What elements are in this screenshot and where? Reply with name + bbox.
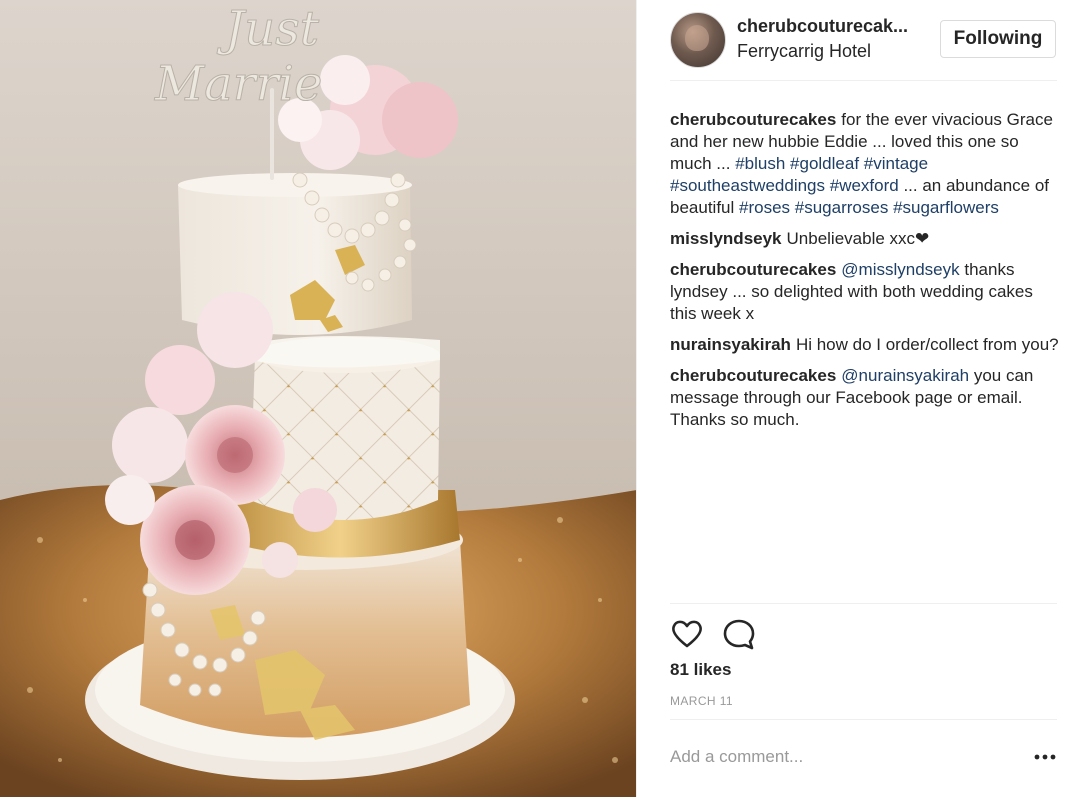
mention-link[interactable]: @misslyndseyk: [841, 260, 959, 279]
likes-count[interactable]: 81 likes: [670, 660, 731, 680]
comment-item: nurainsyakirah Hi how do I order/collect …: [670, 334, 1062, 356]
header-divider: [670, 80, 1057, 81]
comment-item: misslyndseyk Unbelievable xxc❤: [670, 228, 1062, 250]
mention-link[interactable]: @nurainsyakirah: [841, 366, 969, 385]
following-button[interactable]: Following: [940, 20, 1056, 58]
post-header: cherubcouturecak... Ferrycarrig Hotel Fo…: [637, 0, 1077, 80]
actions-divider: [670, 603, 1057, 604]
post-actions: [670, 617, 1057, 653]
author-username[interactable]: cherubcouturecak...: [737, 16, 927, 37]
comment-divider: [670, 719, 1057, 720]
add-comment-input[interactable]: [670, 742, 1000, 772]
comment-text: Hi how do I order/collect from you?: [795, 335, 1059, 354]
wedding-cake-illustration: Just Marrie: [0, 0, 637, 797]
cake-topper-just: Just: [216, 1, 320, 57]
hashtag-link[interactable]: #wexford: [830, 176, 899, 195]
avatar[interactable]: [670, 12, 726, 68]
more-options-icon[interactable]: [1033, 745, 1057, 769]
comment-text: Unbelievable xxc❤: [786, 229, 930, 248]
hashtag-link[interactable]: #blush: [735, 154, 785, 173]
comment-username[interactable]: misslyndseyk: [670, 229, 782, 248]
comment-username[interactable]: cherubcouturecakes: [670, 110, 836, 129]
instagram-post: Just Marrie cherubcouturecak... Ferrycar…: [0, 0, 1077, 797]
hashtag-link[interactable]: #roses: [739, 198, 790, 217]
hashtag-link[interactable]: #sugarroses: [795, 198, 889, 217]
post-date: MARCH 11: [670, 694, 733, 708]
post-location[interactable]: Ferrycarrig Hotel: [737, 41, 871, 62]
comment-item: cherubcouturecakes @misslyndseyk thanks l…: [670, 259, 1062, 325]
comment-username[interactable]: cherubcouturecakes: [670, 260, 836, 279]
hashtag-link[interactable]: #goldleaf: [790, 154, 859, 173]
post-photo[interactable]: Just Marrie: [0, 0, 637, 797]
post-side-panel: cherubcouturecak... Ferrycarrig Hotel Fo…: [637, 0, 1077, 797]
comment-item: cherubcouturecakes @nurainsyakirah you ca…: [670, 365, 1062, 431]
add-comment-area: [670, 736, 1057, 778]
comments-list: cherubcouturecakes for the ever vivacious…: [670, 109, 1062, 440]
comment-bubble-icon[interactable]: [722, 617, 758, 653]
comment-username[interactable]: cherubcouturecakes: [670, 366, 836, 385]
hashtag-link[interactable]: #southeastweddings: [670, 176, 825, 195]
comment-item: cherubcouturecakes for the ever vivacious…: [670, 109, 1062, 219]
comment-username[interactable]: nurainsyakirah: [670, 335, 791, 354]
hashtag-link[interactable]: #sugarflowers: [893, 198, 999, 217]
heart-icon[interactable]: [670, 617, 706, 653]
cake-topper-married: Marrie: [154, 56, 322, 112]
hashtag-link[interactable]: #vintage: [864, 154, 928, 173]
